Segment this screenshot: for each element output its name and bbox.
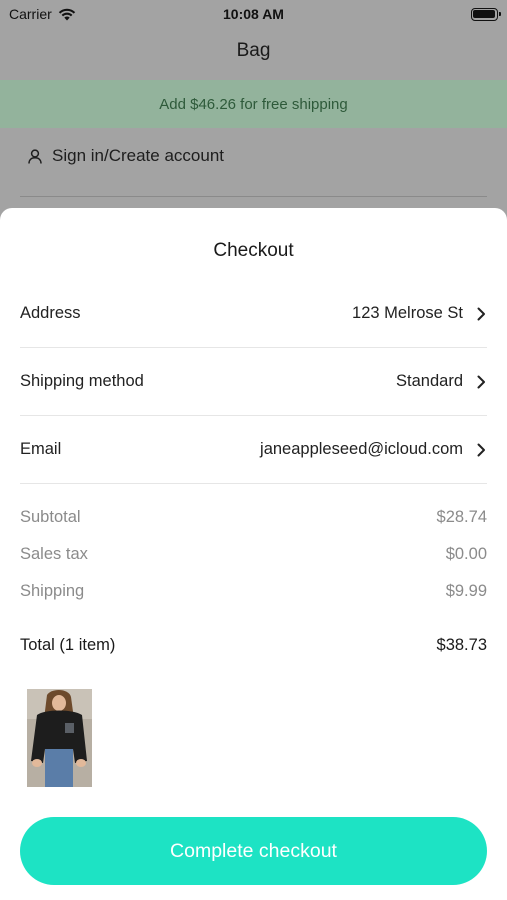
subtotal-row: Subtotal $28.74 <box>20 508 487 527</box>
person-icon <box>28 148 42 164</box>
email-label: Email <box>20 440 62 458</box>
address-value-group: 123 Melrose St <box>352 304 487 323</box>
status-right <box>378 7 501 21</box>
divider <box>20 196 487 197</box>
chevron-right-icon <box>477 443 485 456</box>
sales-tax-value: $0.00 <box>445 545 487 563</box>
status-bar: Carrier 10:08 AM <box>0 0 507 28</box>
shipping-method-value-group: Standard <box>396 372 487 391</box>
total-label: Total (1 item) <box>20 636 116 654</box>
sales-tax-row: Sales tax $0.00 <box>20 545 487 564</box>
shipping-cost-row: Shipping $9.99 <box>20 582 487 601</box>
shipping-method-label: Shipping method <box>20 372 144 390</box>
address-value: 123 Melrose St <box>352 304 463 322</box>
wifi-icon <box>58 8 75 20</box>
shipping-method-row[interactable]: Shipping method Standard <box>20 348 487 416</box>
page-title: Bag <box>236 40 271 61</box>
shipping-cost-value: $9.99 <box>445 582 487 600</box>
complete-checkout-button[interactable]: Complete checkout <box>20 817 487 885</box>
carrier-label: Carrier <box>9 6 52 22</box>
total-value: $38.73 <box>436 636 487 654</box>
address-label: Address <box>20 304 81 322</box>
shipping-cost-label: Shipping <box>20 582 85 600</box>
shipping-method-value: Standard <box>396 372 463 390</box>
checkout-title: Checkout <box>213 240 294 261</box>
chevron-right-icon <box>477 307 485 320</box>
battery-icon <box>470 7 501 21</box>
screen: Carrier 10:08 AM Bag Add $46.26 for free… <box>0 0 507 900</box>
product-thumbnail <box>27 689 92 787</box>
free-shipping-banner: Add $46.26 for free shipping <box>0 80 507 128</box>
checkout-sheet: Checkout Address 123 Melrose St Shipping… <box>0 208 507 900</box>
email-value-group: janeappleseed@icloud.com <box>260 440 487 459</box>
subtotal-label: Subtotal <box>20 508 81 526</box>
status-time: 10:08 AM <box>223 6 284 22</box>
sign-in-link[interactable]: Sign in/Create account <box>28 146 224 166</box>
chevron-right-icon <box>477 375 485 388</box>
email-row[interactable]: Email janeappleseed@icloud.com <box>20 416 487 484</box>
address-row[interactable]: Address 123 Melrose St <box>20 280 487 348</box>
sales-tax-label: Sales tax <box>20 545 88 563</box>
total-row: Total (1 item) $38.73 <box>20 636 487 655</box>
email-value: janeappleseed@icloud.com <box>260 440 463 458</box>
status-left: Carrier <box>9 6 129 22</box>
subtotal-value: $28.74 <box>436 508 487 526</box>
sign-in-label: Sign in/Create account <box>52 146 224 165</box>
